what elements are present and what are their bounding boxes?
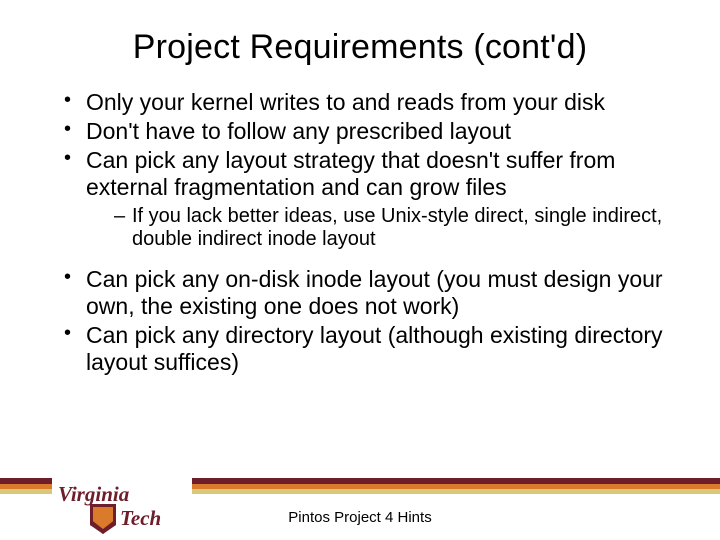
vt-logo: Virginia Tech [52,478,192,536]
logo-word-tech: Tech [120,506,161,531]
bullet-list: Only your kernel writes to and reads fro… [40,89,680,376]
slide: Project Requirements (cont'd) Only your … [0,0,720,540]
bullet-item: Can pick any on-disk inode layout (you m… [64,266,680,320]
slide-footer: Pintos Project 4 Hints Virginia Tech [0,478,720,540]
shield-icon [90,504,116,534]
bullet-item: Can pick any directory layout (although … [64,322,680,376]
bullet-item: Can pick any layout strategy that doesn'… [64,147,680,251]
slide-title: Project Requirements (cont'd) [40,28,680,67]
sub-bullet-item: If you lack better ideas, use Unix-style… [114,205,680,252]
bullet-text: Can pick any layout strategy that doesn'… [86,147,615,200]
bullet-item: Only your kernel writes to and reads fro… [64,89,680,116]
sub-bullet-list: If you lack better ideas, use Unix-style… [86,205,680,252]
bullet-item: Don't have to follow any prescribed layo… [64,118,680,145]
